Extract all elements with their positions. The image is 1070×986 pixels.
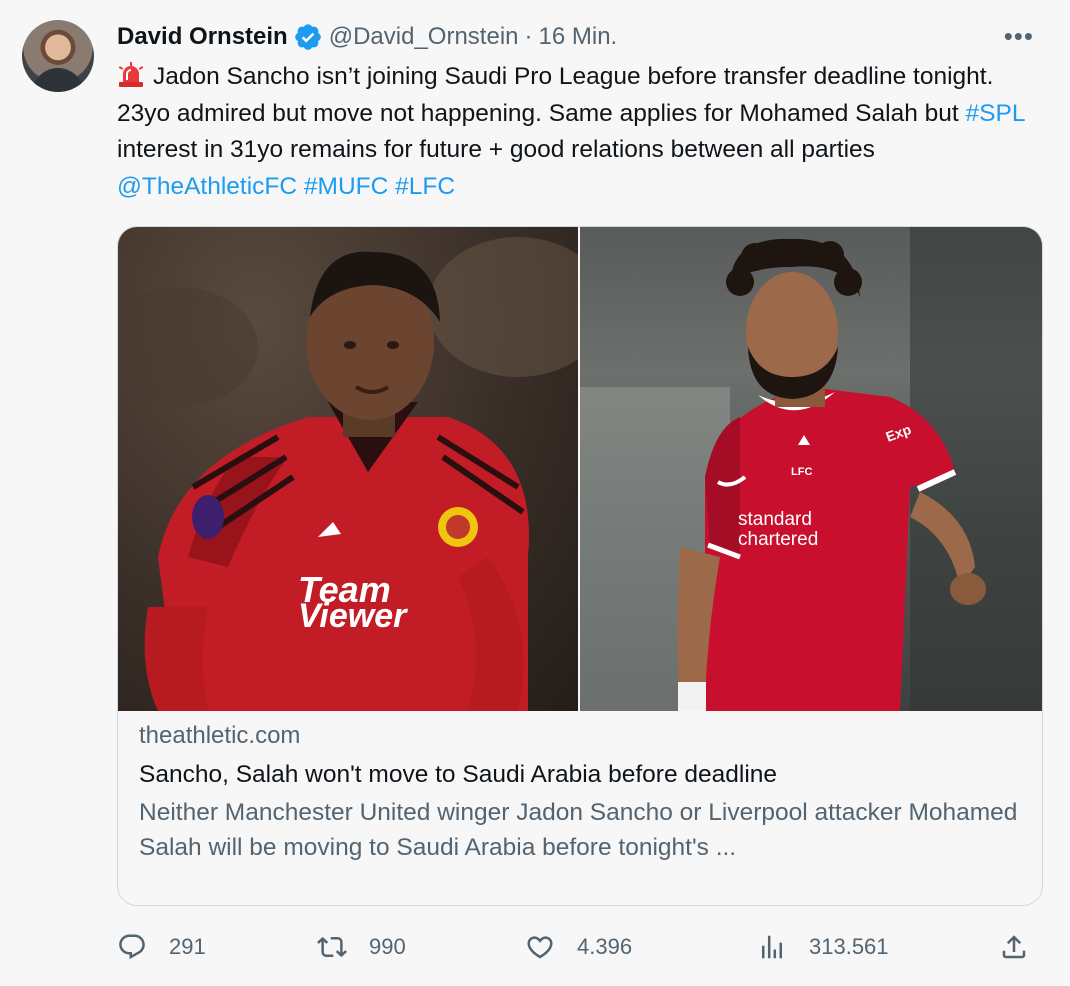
salah-sponsor-line2: chartered	[738, 529, 818, 550]
sancho-photo: Team Viewer	[118, 227, 579, 711]
salah-sponsor-line1: standard	[738, 509, 812, 530]
reply-button[interactable]: 291	[117, 928, 206, 966]
views-button[interactable]: 313.561	[757, 928, 889, 966]
salah-illustration: LFC standard chartered Exp	[580, 227, 1042, 711]
views-count: 313.561	[809, 934, 889, 959]
reply-count: 291	[169, 934, 206, 959]
share-button[interactable]	[999, 928, 1029, 966]
retweet-count: 990	[369, 934, 406, 959]
header-separator: ·	[524, 23, 533, 50]
heart-icon	[527, 936, 553, 959]
action-bar: 291 990 4.396 313.561	[117, 928, 1043, 966]
tweet: David Ornstein @David_Ornstein · 16 Min.…	[0, 0, 1070, 986]
more-options-button[interactable]: •••	[1004, 23, 1034, 49]
link-card[interactable]: Team Viewer LFC standard chartered Exp t…	[117, 226, 1043, 906]
reply-icon	[119, 934, 145, 960]
views-chart-icon	[762, 935, 782, 959]
tweet-text-part1: Jadon Sancho isn’t joining Saudi Pro Lea…	[117, 63, 994, 127]
avatar-shirt	[32, 68, 84, 92]
card-title: Sancho, Salah won't move to Saudi Arabia…	[139, 761, 778, 788]
hashtag-mufc[interactable]: #MUFC	[304, 173, 388, 200]
retweet-button[interactable]: 990	[317, 928, 406, 966]
hashtag-spl[interactable]: #SPL	[966, 100, 1025, 127]
salah-crest-text: LFC	[791, 466, 812, 478]
card-domain: theathletic.com	[139, 722, 301, 749]
like-count: 4.396	[577, 934, 633, 959]
card-info[interactable]: theathletic.com Sancho, Salah won't move…	[118, 711, 1042, 865]
tweet-text: Jadon Sancho isn’t joining Saudi Pro Lea…	[117, 59, 1037, 205]
retweet-icon	[317, 936, 347, 958]
author-handle[interactable]: @David_Ornstein	[329, 22, 519, 52]
hashtag-lfc[interactable]: #LFC	[395, 173, 455, 200]
tweet-header: David Ornstein @David_Ornstein · 16 Min.	[117, 22, 617, 52]
verified-badge-icon	[294, 24, 321, 50]
like-button[interactable]: 4.396	[525, 928, 632, 966]
card-media[interactable]: Team Viewer LFC standard chartered Exp	[118, 227, 1042, 711]
salah-photo: LFC standard chartered Exp	[580, 227, 1042, 711]
sancho-sponsor-line2: Viewer	[298, 597, 408, 635]
tweet-timestamp[interactable]: 16 Min.	[539, 22, 618, 52]
author-name[interactable]: David Ornstein	[117, 22, 288, 52]
mention-theathleticfc[interactable]: @TheAthleticFC	[117, 173, 297, 200]
tweet-text-part2: interest in 31yo remains for future + go…	[117, 136, 875, 163]
siren-icon	[118, 62, 144, 87]
share-icon	[1002, 935, 1026, 959]
sancho-illustration: Team Viewer	[118, 237, 579, 711]
card-description: Neither Manchester United winger Jadon S…	[139, 799, 1018, 861]
avatar[interactable]	[22, 20, 94, 92]
